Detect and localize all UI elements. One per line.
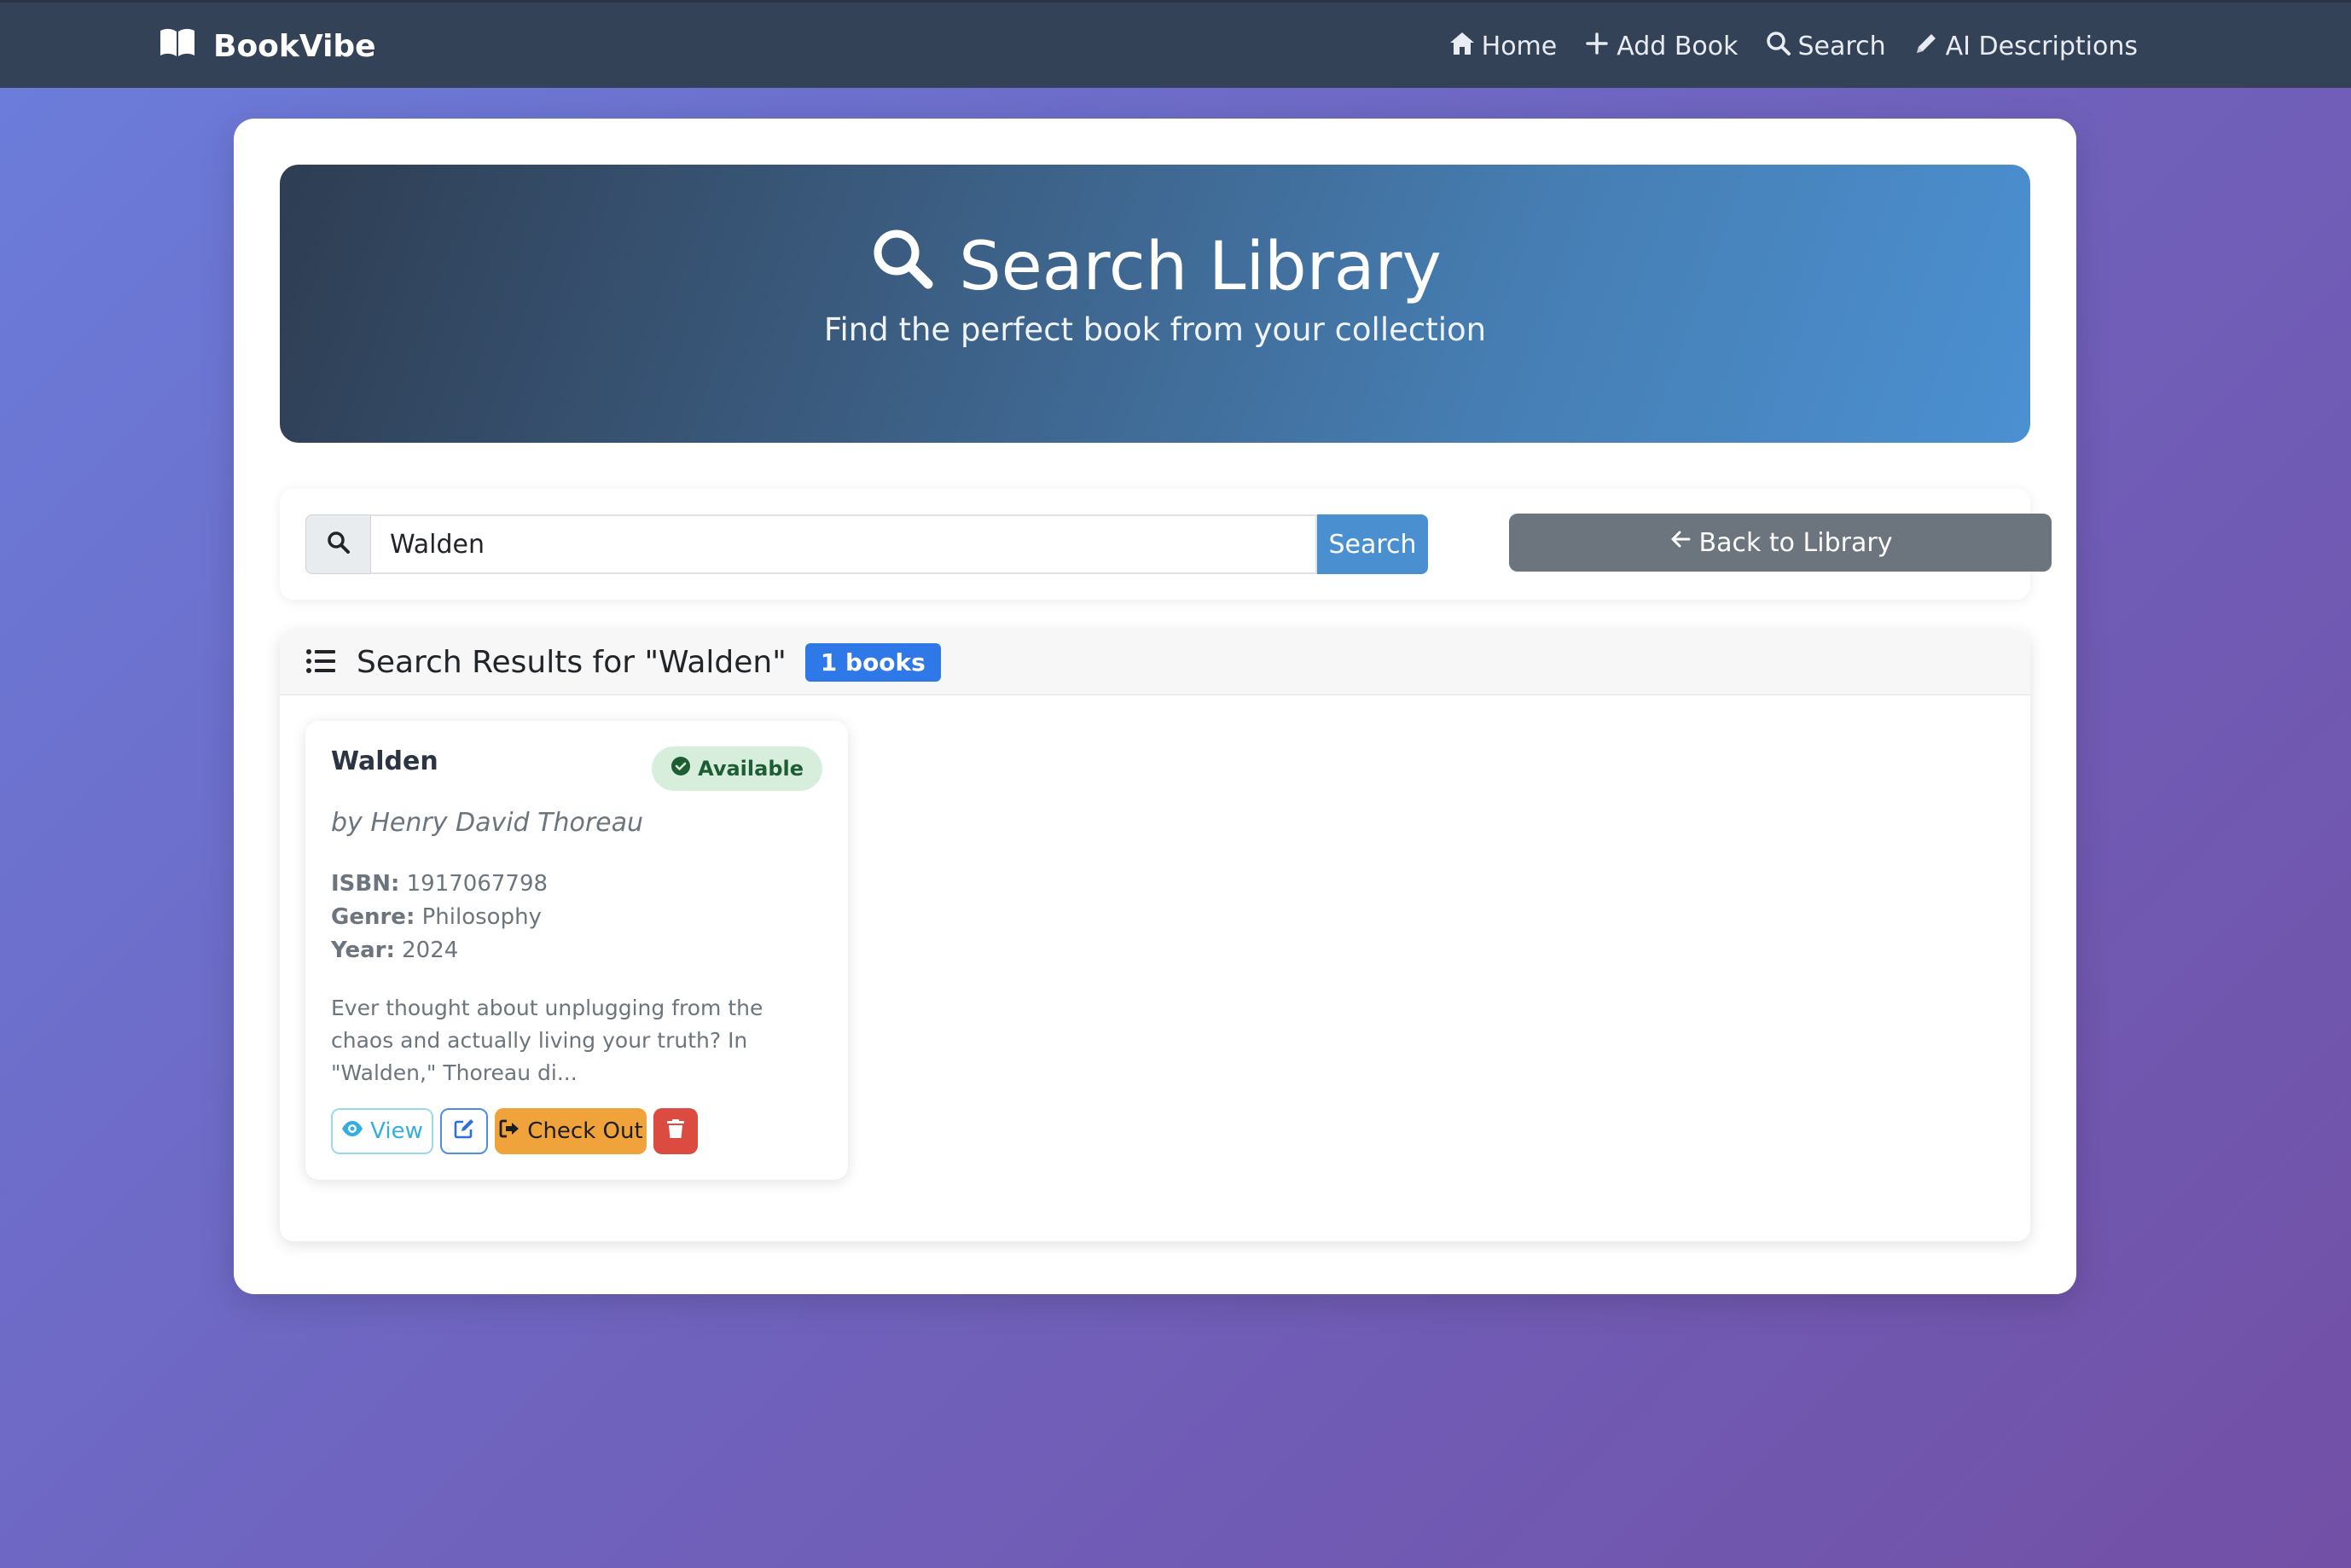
nav-home-label: Home xyxy=(1481,32,1558,61)
nav-add-book[interactable]: Add Book xyxy=(1582,29,1739,65)
page-title-text: Search Library xyxy=(959,228,1442,305)
search-addon xyxy=(305,514,370,574)
search-icon xyxy=(326,530,351,559)
back-to-library-button[interactable]: Back to Library xyxy=(1509,514,2052,572)
isbn-row: ISBN: 1917067798 xyxy=(331,868,548,901)
list-icon xyxy=(305,648,336,678)
isbn-label: ISBN: xyxy=(331,871,400,897)
eye-icon xyxy=(341,1118,363,1146)
page-subtitle: Find the perfect book from your collecti… xyxy=(823,311,1487,348)
search-button[interactable]: Search xyxy=(1317,514,1428,574)
results-panel: Search Results for "Walden" 1 books Wald… xyxy=(280,630,2030,1241)
page-title: Search Library xyxy=(280,224,2030,309)
genre-label: Genre: xyxy=(331,904,415,930)
isbn-value: 1917067798 xyxy=(406,871,549,897)
year-label: Year: xyxy=(331,938,395,963)
trash-icon xyxy=(665,1118,687,1146)
nav-search[interactable]: Search xyxy=(1764,29,1886,65)
search-input[interactable] xyxy=(370,514,1317,574)
book-author: by Henry David Thoreau xyxy=(331,808,644,838)
search-icon xyxy=(1764,29,1793,65)
search-icon xyxy=(868,224,937,309)
book-description: Ever thought about unplugging from the c… xyxy=(331,996,763,1085)
main-card: Search Library Find the perfect book fro… xyxy=(234,119,2076,1294)
view-label: View xyxy=(370,1118,423,1144)
check-out-button[interactable]: Check Out xyxy=(495,1108,647,1154)
nav-home[interactable]: Home xyxy=(1448,29,1558,65)
home-icon xyxy=(1448,29,1477,65)
book-card: Walden Available by Henry David Thoreau … xyxy=(305,721,848,1180)
genre-value: Philosophy xyxy=(421,904,542,930)
nav-ai-descriptions-label: AI Descriptions xyxy=(1945,32,2138,61)
status-badge: Available xyxy=(652,746,822,791)
search-group: Search xyxy=(305,514,1428,574)
edit-button[interactable] xyxy=(440,1108,488,1154)
year-value: 2024 xyxy=(402,938,459,963)
results-title: Search Results for "Walden" xyxy=(357,645,787,680)
pencil-icon xyxy=(1912,29,1941,65)
edit-icon xyxy=(453,1118,475,1146)
check-circle-icon xyxy=(670,756,691,781)
back-to-library-label: Back to Library xyxy=(1698,527,1893,558)
results-header: Search Results for "Walden" 1 books xyxy=(280,630,2030,695)
year-row: Year: 2024 xyxy=(331,934,548,967)
sign-out-icon xyxy=(498,1118,520,1146)
brand[interactable]: BookVibe xyxy=(159,3,376,90)
plus-icon xyxy=(1582,29,1611,65)
check-out-label: Check Out xyxy=(527,1118,643,1144)
book-actions: View Check Out xyxy=(331,1108,698,1154)
view-button[interactable]: View xyxy=(331,1108,433,1154)
nav-ai-descriptions[interactable]: AI Descriptions xyxy=(1912,29,2138,65)
book-title: Walden xyxy=(331,746,438,776)
arrow-left-icon xyxy=(1669,527,1692,558)
delete-button[interactable] xyxy=(653,1108,698,1154)
status-label: Available xyxy=(698,757,804,781)
navbar: BookVibe Home Add Book Search AI Descrip… xyxy=(0,0,2351,88)
search-panel: Search Back to Library xyxy=(280,489,2052,600)
nav-search-label: Search xyxy=(1797,32,1886,61)
brand-name: BookVibe xyxy=(213,29,376,64)
hero-banner: Search Library Find the perfect book fro… xyxy=(280,165,2030,443)
book-open-icon xyxy=(159,27,196,66)
results-count-badge: 1 books xyxy=(804,643,941,682)
book-meta: ISBN: 1917067798 Genre: Philosophy Year:… xyxy=(331,868,548,967)
nav-links: Home Add Book Search AI Descriptions xyxy=(1448,3,2138,90)
nav-add-book-label: Add Book xyxy=(1617,32,1739,61)
genre-row: Genre: Philosophy xyxy=(331,901,548,934)
